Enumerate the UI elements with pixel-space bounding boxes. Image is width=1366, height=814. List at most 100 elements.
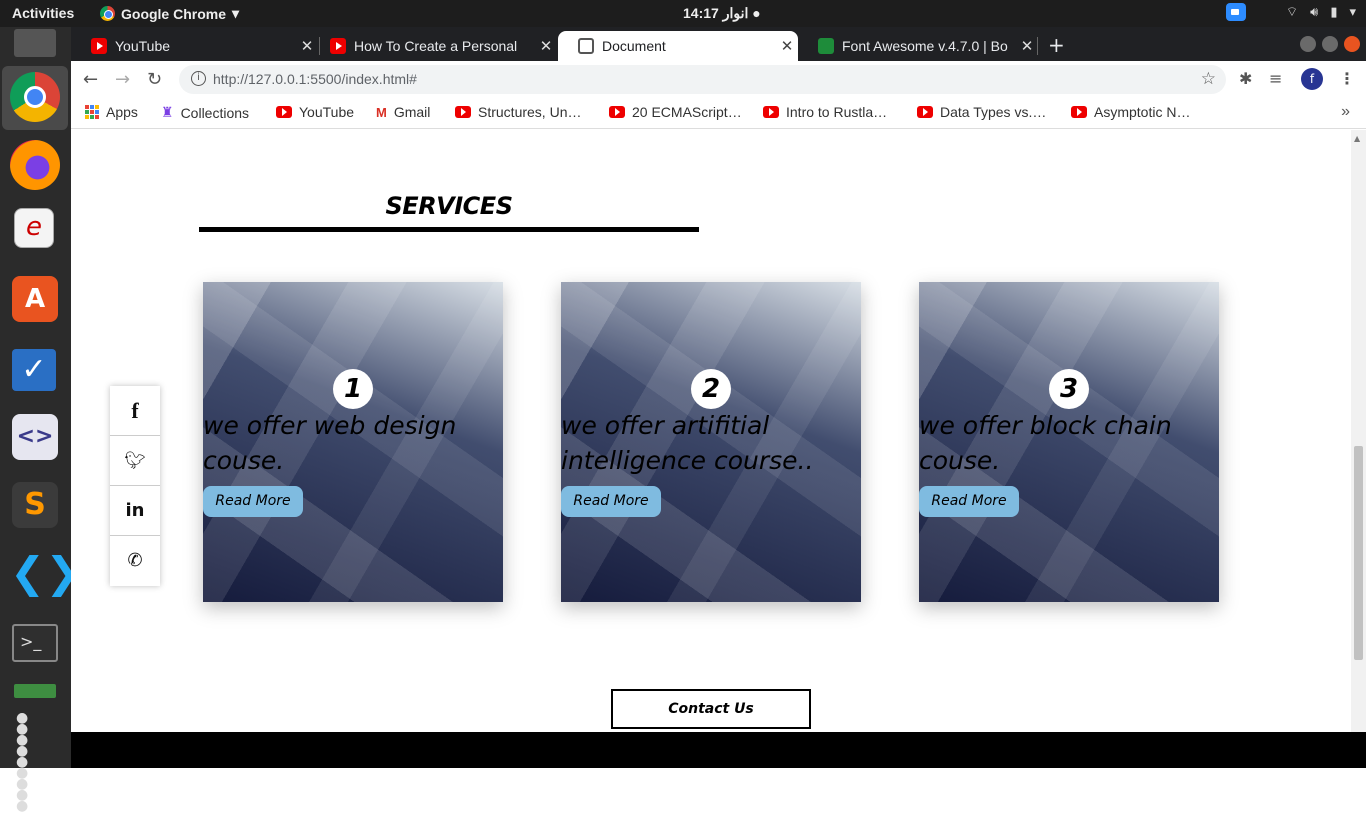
bookmark-asymptotic[interactable]: Asymptotic N… <box>1071 104 1190 120</box>
card-number: 1 <box>333 369 373 409</box>
volume-icon: 🔊︎ <box>1310 4 1319 19</box>
bookmark-youtube[interactable]: YouTube <box>276 104 354 120</box>
whatsapp-icon[interactable]: ✆ <box>110 536 160 586</box>
youtube-icon <box>91 38 107 54</box>
bookmark-structures[interactable]: Structures, Un… <box>455 104 581 120</box>
youtube-icon <box>330 38 346 54</box>
url-text[interactable]: http://127.0.0.1:5500/index.html# <box>213 71 417 87</box>
card-number: 2 <box>691 369 731 409</box>
collections-icon: ♜ <box>161 104 174 120</box>
close-icon[interactable]: ✕ <box>535 37 557 55</box>
media-control-icon[interactable]: ≡ <box>1269 69 1282 88</box>
chrome-icon <box>100 6 115 21</box>
maximize-button[interactable] <box>1322 36 1338 52</box>
wifi-icon: ⌔ <box>1285 4 1299 19</box>
app-menu[interactable]: Google Chrome ▾ <box>100 5 239 22</box>
vscode-icon[interactable]: ❮❯ <box>10 548 80 598</box>
bookmark-label: 20 ECMAScript… <box>632 104 742 120</box>
profile-avatar[interactable]: f <box>1301 68 1323 90</box>
twitter-icon[interactable]: 🐦︎ <box>110 436 160 486</box>
battery-icon: ▮ <box>1330 4 1338 19</box>
scrollbar-thumb[interactable] <box>1354 446 1363 660</box>
bookmark-apps[interactable]: Apps <box>85 104 138 120</box>
browser-toolbar: ← → ↻ i http://127.0.0.1:5500/index.html… <box>71 61 1366 97</box>
linkedin-icon[interactable]: in <box>110 486 160 536</box>
extensions-icon[interactable]: ✱ <box>1239 69 1252 88</box>
menu-icon[interactable]: ⋮ <box>1339 69 1355 88</box>
globe-icon <box>578 38 594 54</box>
read-more-button[interactable]: Read More <box>203 486 303 517</box>
info-icon[interactable]: i <box>191 71 206 86</box>
system-tray[interactable]: ⌔ 🔊︎ ▮ ▾ <box>1225 3 1356 21</box>
back-button[interactable]: ← <box>83 69 98 90</box>
spreadsheet-icon[interactable] <box>14 684 56 698</box>
window-controls <box>1300 36 1360 52</box>
read-more-button[interactable]: Read More <box>919 486 1019 517</box>
bookmark-label: Intro to Rustla… <box>786 104 888 120</box>
card-description: we offer web design couse. <box>203 411 457 475</box>
chevron-down-icon: ▾ <box>232 5 240 21</box>
card-number: 3 <box>1049 369 1089 409</box>
tab-document[interactable]: Document ✕ <box>558 31 798 61</box>
ebook-reader-icon[interactable]: e <box>14 208 54 248</box>
dock: e A ✓ <> S ❮❯ >_ ● ● ● ● ● ● ● ● ● <box>0 27 80 813</box>
zoom-icon[interactable] <box>1225 3 1246 21</box>
tasks-icon[interactable]: ✓ <box>12 349 56 391</box>
close-window-button[interactable] <box>1344 36 1360 52</box>
sublime-text-icon[interactable]: S <box>12 482 58 528</box>
youtube-icon <box>276 106 292 118</box>
address-bar[interactable]: i http://127.0.0.1:5500/index.html# ☆ <box>179 65 1226 94</box>
read-more-button[interactable]: Read More <box>561 486 661 517</box>
card-description: we offer artifitial intelligence course.… <box>561 411 814 475</box>
chrome-icon[interactable] <box>10 72 60 122</box>
page-scrollbar[interactable]: ▲ <box>1351 130 1366 732</box>
tab-title: YouTube <box>115 38 171 54</box>
youtube-icon <box>1071 106 1087 118</box>
bookmark-star-icon[interactable]: ☆ <box>1201 69 1216 89</box>
tab-font-awesome[interactable]: Font Awesome v.4.7.0 | Bo ✕ <box>798 31 1038 61</box>
firefox-icon[interactable] <box>10 140 60 190</box>
bookmark-label: Asymptotic N… <box>1094 104 1191 120</box>
tab-title: Font Awesome v.4.7.0 | Bo <box>842 38 1008 54</box>
tab-strip: YouTube ✕ How To Create a Personal ✕ Doc… <box>71 27 1366 61</box>
contact-us-button[interactable]: Contact Us <box>611 689 811 729</box>
facebook-icon[interactable]: f <box>110 386 160 436</box>
files-drive-icon[interactable] <box>14 29 56 57</box>
footer <box>71 732 1366 768</box>
scroll-up-arrow-icon[interactable]: ▲ <box>1354 134 1360 143</box>
minimize-button[interactable] <box>1300 36 1316 52</box>
social-sidebar: f 🐦︎ in ✆ <box>110 386 160 586</box>
app-name: Google Chrome <box>121 5 227 22</box>
clock[interactable]: انوار 14:17 ● <box>683 5 761 22</box>
bookmark-label: YouTube <box>299 104 355 120</box>
bookmark-label: Data Types vs.… <box>940 104 1047 120</box>
bookmark-rustlang[interactable]: Intro to Rustla… <box>763 104 887 120</box>
bookmark-ecmascript[interactable]: 20 ECMAScript… <box>609 104 742 120</box>
close-icon[interactable]: ✕ <box>1016 37 1038 55</box>
forward-button[interactable]: → <box>115 69 130 90</box>
terminal-icon[interactable]: >_ <box>12 624 58 662</box>
bookmark-label: Gmail <box>393 104 431 120</box>
tab-how-to-create[interactable]: How To Create a Personal ✕ <box>310 31 557 61</box>
youtube-icon <box>763 106 779 118</box>
tab-separator <box>1037 37 1038 55</box>
service-card-2: 2 we offer artifitial intelligence cours… <box>561 282 861 602</box>
bookmark-gmail[interactable]: M Gmail <box>376 104 430 120</box>
bookmarks-bar: Apps ♜ Collections YouTube M Gmail Struc… <box>71 97 1366 129</box>
service-card-1: 1 we offer web design couse. Read More <box>203 282 503 602</box>
bookmark-label: Structures, Un… <box>478 104 582 120</box>
new-tab-button[interactable]: + <box>1048 33 1065 57</box>
show-apps-icon[interactable]: ● ● ● ● ● ● ● ● ● <box>16 711 54 813</box>
reload-button[interactable]: ↻ <box>147 69 162 90</box>
activities-button[interactable]: Activities <box>12 5 74 21</box>
youtube-icon <box>917 106 933 118</box>
close-icon[interactable]: ✕ <box>776 37 798 55</box>
services-heading: SERVICES <box>385 192 513 220</box>
more-bookmarks-icon[interactable]: » <box>1341 103 1350 121</box>
bookmark-data-types[interactable]: Data Types vs.… <box>917 104 1046 120</box>
tab-youtube[interactable]: YouTube ✕ <box>71 31 318 61</box>
software-center-icon[interactable]: A <box>12 276 58 322</box>
bookmark-collections[interactable]: ♜ Collections <box>161 104 249 121</box>
code-editor-icon[interactable]: <> <box>12 414 58 460</box>
system-top-bar: Activities Google Chrome ▾ انوار 14:17 ●… <box>0 0 1366 27</box>
